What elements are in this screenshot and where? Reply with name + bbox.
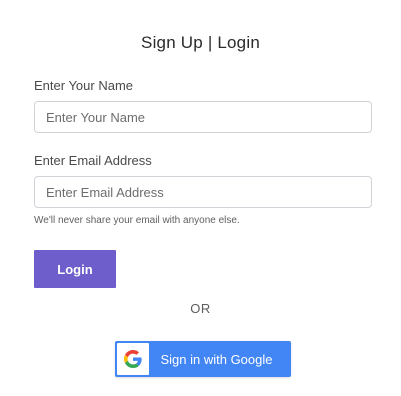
email-help-text: We'll never share your email with anyone…	[34, 215, 240, 226]
or-divider: OR	[190, 301, 211, 316]
name-input[interactable]	[34, 101, 372, 133]
google-signin-label: Sign in with Google	[160, 351, 273, 367]
page-title: Sign Up | Login	[141, 33, 260, 52]
name-label: Enter Your Name	[34, 78, 134, 93]
email-label: Enter Email Address	[34, 153, 152, 168]
google-signin-button[interactable]: Sign in with Google	[115, 341, 291, 377]
google-g-icon	[117, 343, 149, 375]
email-input[interactable]	[34, 176, 372, 208]
login-button[interactable]: Login	[34, 250, 116, 288]
